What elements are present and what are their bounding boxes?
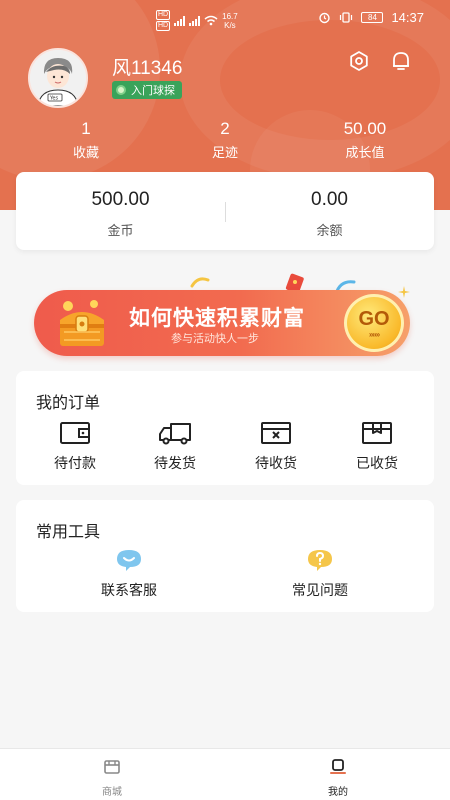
net-speed-value: 16.7 [222,11,238,21]
treasure-chest-icon [60,300,104,346]
badge-label: 入门球探 [131,85,175,97]
package-icon [362,422,392,444]
stat-label: 成长值 [345,145,385,160]
question-bubble-icon [308,550,332,571]
username: 风11346 [112,58,183,79]
order-pending-receipt[interactable]: 待收货 [231,419,321,473]
order-pending-shipment[interactable]: 待发货 [130,419,220,473]
clock: 14:37 [391,10,424,25]
badge-dot-icon [116,85,126,95]
nav-item-mine[interactable]: 我的 [298,759,378,798]
stat-label: 足迹 [211,145,238,160]
alarm-icon [319,12,331,24]
profile-icon [330,759,346,774]
confetti-icon [190,277,210,288]
order-label: 待发货 [154,455,196,471]
chat-smile-icon [117,550,141,571]
status-right: 84 14:37 [318,10,424,25]
banner-subtitle: 参与活动快人一步 [171,333,259,345]
tool-customer-service[interactable]: 联系客服 [84,546,174,600]
store-icon [104,760,120,774]
tools-card: 常用工具 联系客服 常见问题 [16,500,434,612]
order-pending-payment[interactable]: 待付款 [30,419,120,473]
truck-icon [159,423,191,445]
promo-banner[interactable]: 如何快速积累财富 参与活动快人一步 GO »»» [34,290,410,356]
hd-icon: HD [156,10,171,20]
level-badge: 入门球探 [112,81,182,99]
bottom-nav: 商城 我的 [0,748,450,800]
network-indicators: HD HD 16.7 K/s [156,10,238,31]
order-received[interactable]: 已收货 [332,419,422,473]
wallet-icon [60,422,90,444]
go-button[interactable]: GO »»» [344,294,404,352]
order-label: 待收货 [255,455,297,471]
nav-item-store[interactable]: 商城 [72,759,152,798]
hd-icon: HD [156,21,171,31]
settings-button[interactable] [346,48,372,74]
avatar[interactable]: Yes [28,48,88,108]
signal-icon [189,15,201,26]
settings-icon [350,51,368,71]
notification-button[interactable] [388,48,414,74]
orders-card: 我的订单 待付款 待发货 待收货 已收货 [16,371,434,485]
balance-label: 余额 [316,223,343,238]
box-x-icon [261,422,291,444]
go-label: GO [358,307,390,330]
nav-label: 我的 [328,787,348,798]
go-arrows-icon: »»» [368,329,380,339]
avatar-text: Yes [49,96,58,102]
stat-favorites[interactable]: 1 收藏 [26,118,146,164]
sparkle-icon [398,286,410,298]
orders-title: 我的订单 [36,395,101,412]
wifi-icon [204,15,218,26]
wallet-card: 500.00 金币 0.00 余额 [16,172,434,250]
banner-title: 如何快速积累财富 [129,307,305,330]
bell-icon [393,52,409,70]
coins-amount: 500.00 [91,189,150,210]
order-label: 已收货 [356,455,398,471]
tool-label: 联系客服 [101,582,157,598]
nav-label: 商城 [102,787,122,798]
wallet-balance[interactable]: 0.00 余额 [225,188,434,239]
net-speed: 16.7 K/s [222,12,238,30]
status-bar: HD HD 16.7 K/s 84 14:37 [0,0,450,42]
order-label: 待付款 [54,455,96,471]
tool-label: 常见问题 [292,582,348,598]
stat-label: 收藏 [72,145,99,160]
avatar-illustration: Yes [30,50,86,106]
balance-amount: 0.00 [311,189,348,210]
net-speed-unit: K/s [224,20,236,30]
vibrate-icon [340,12,353,23]
battery-icon: 84 [361,12,384,23]
stat-growth[interactable]: 50.00 成长值 [305,118,425,164]
wallet-coins[interactable]: 500.00 金币 [16,188,225,239]
tools-title: 常用工具 [36,524,101,541]
signal-icon [174,15,186,26]
stat-footprints[interactable]: 2 足迹 [165,118,285,164]
stats-row: 1 收藏 2 足迹 50.00 成长值 [0,118,450,166]
tool-faq[interactable]: 常见问题 [275,546,365,600]
stat-value: 1 [81,119,91,138]
stat-value: 2 [220,119,230,138]
stat-value: 50.00 [343,119,387,138]
coins-label: 金币 [107,223,134,238]
